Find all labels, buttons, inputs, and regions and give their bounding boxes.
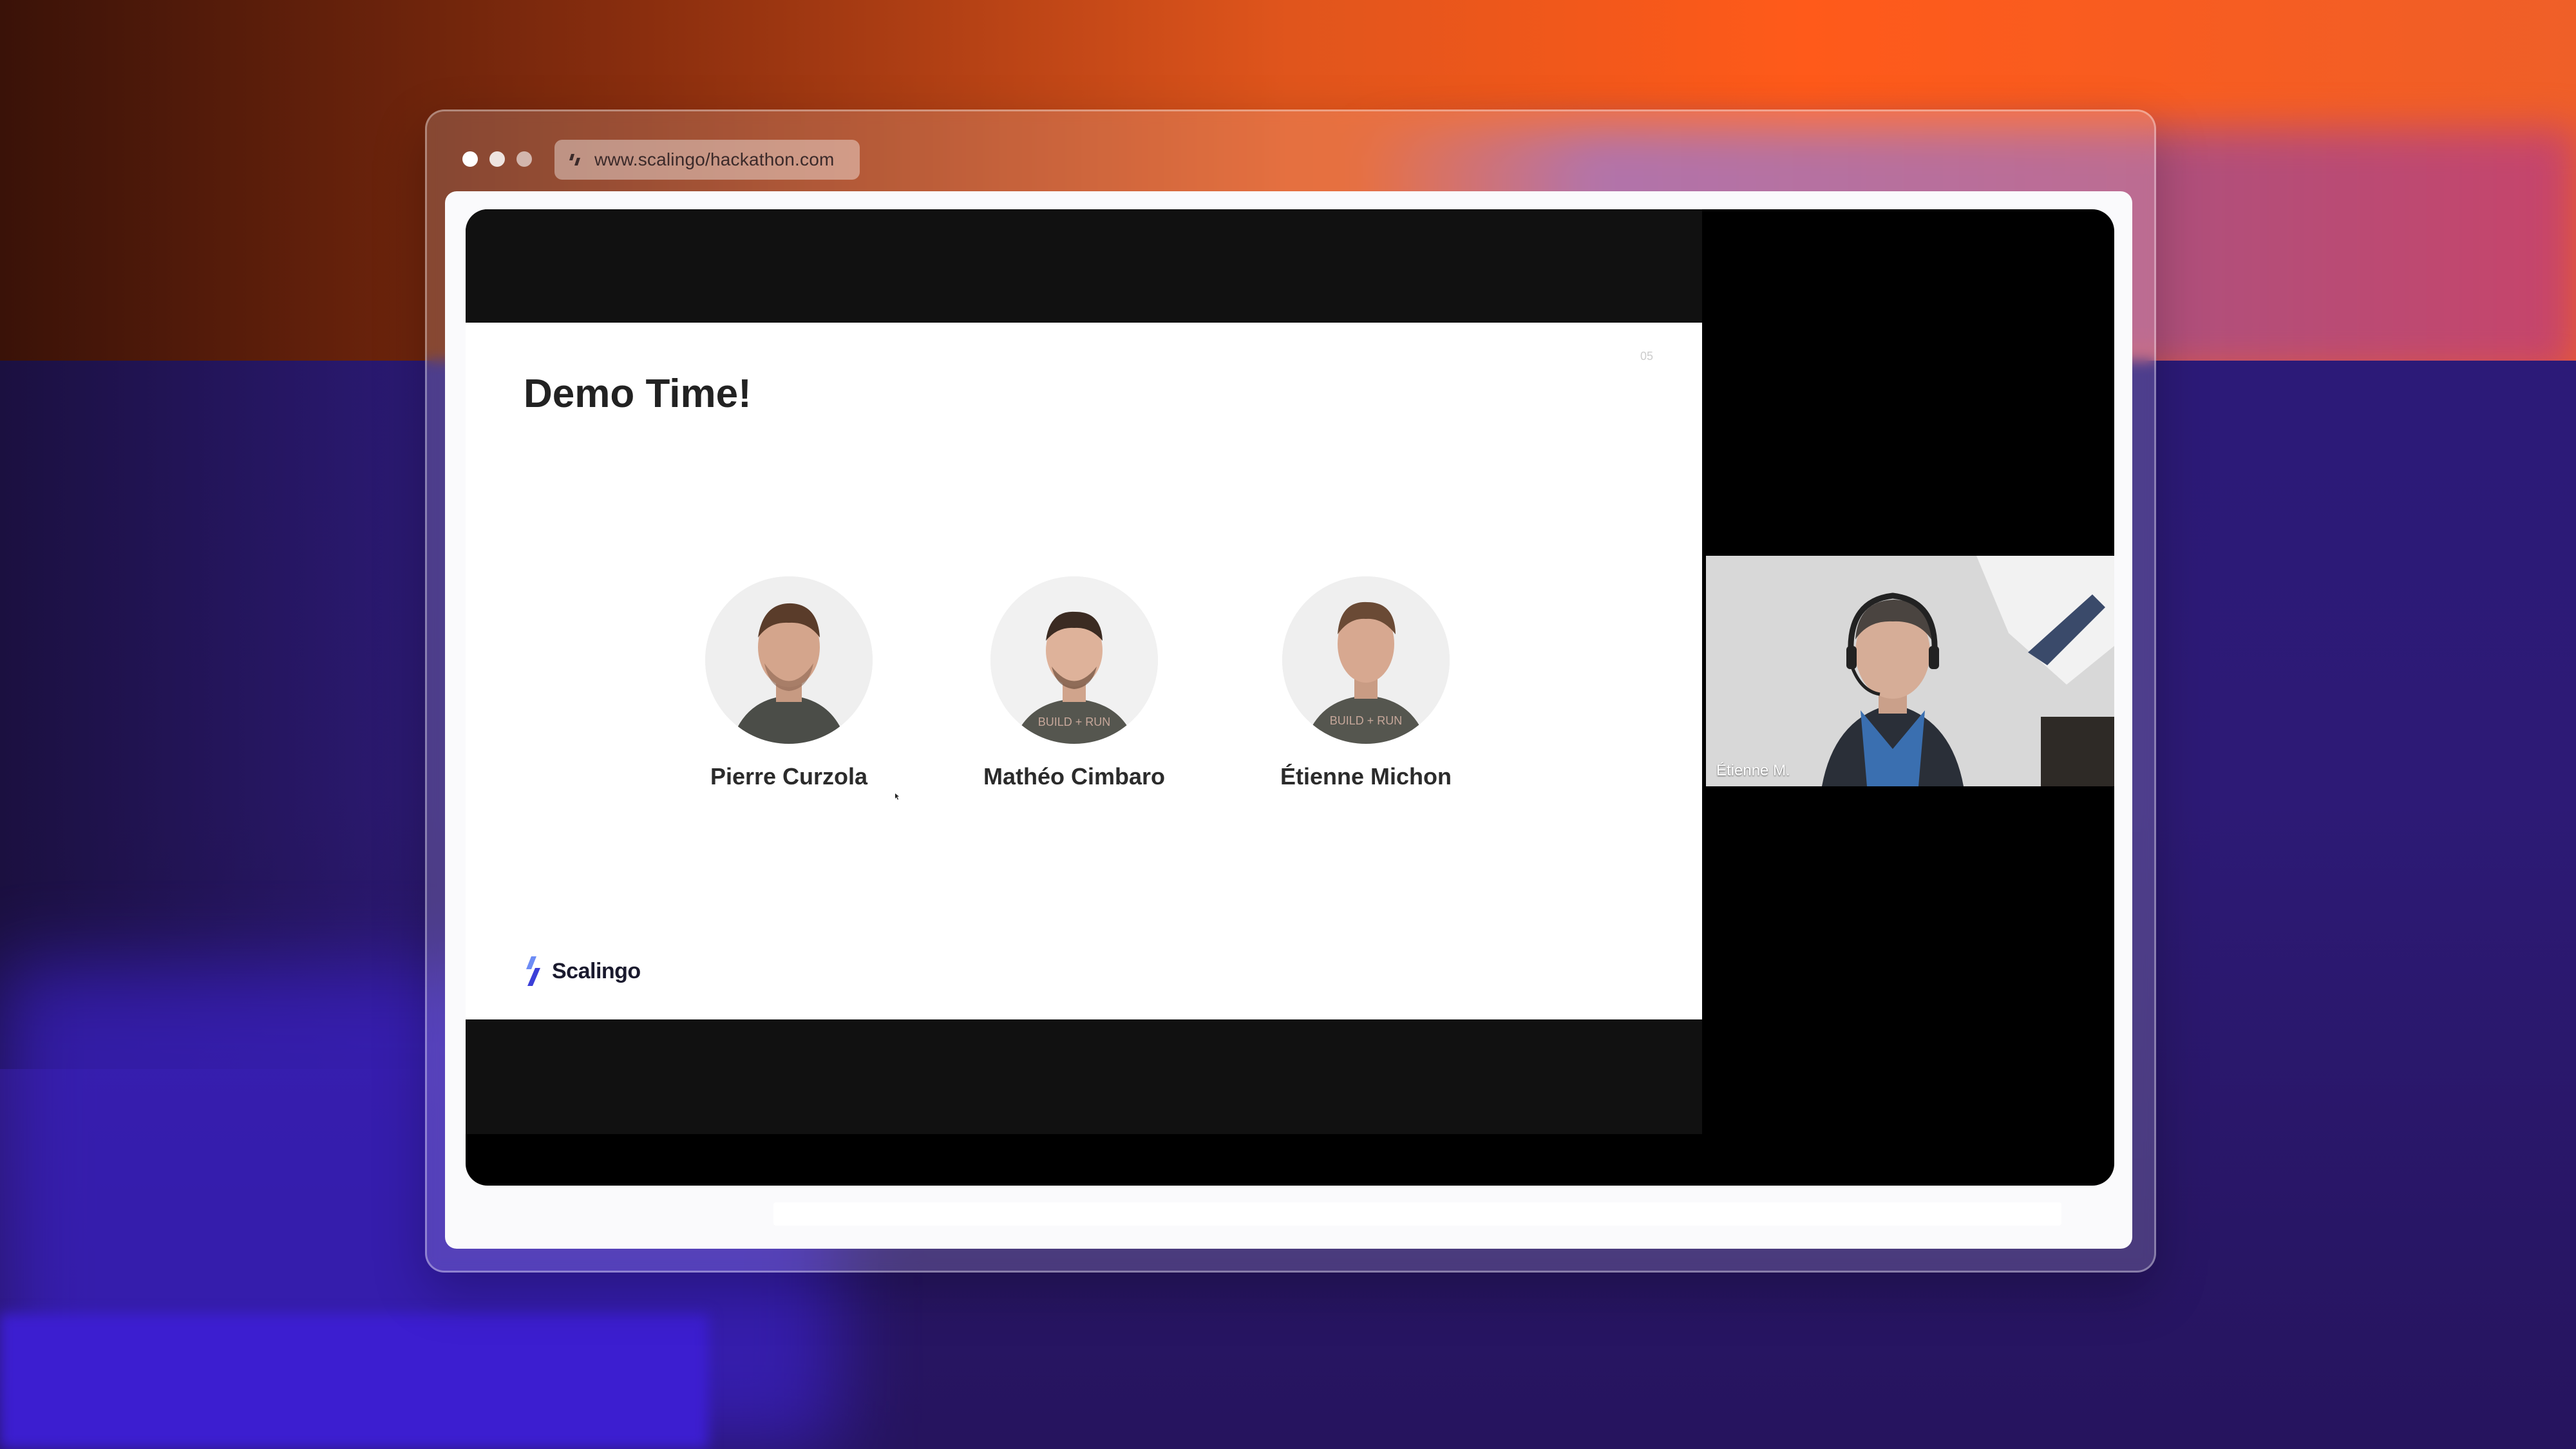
avatar: BUILD + RUN: [990, 576, 1158, 744]
site-logo-icon: [569, 154, 580, 166]
slide-page-number: 05: [1640, 350, 1654, 363]
maximize-dot[interactable]: [516, 151, 532, 167]
browser-window: www.scalingo/hackathon.com Demo Time! 05: [425, 109, 2156, 1273]
participant-video[interactable]: Étienne M.: [1706, 556, 2114, 786]
meeting-view: Demo Time! 05 Pierre Curzola BUILD + RUN…: [466, 209, 2114, 1186]
webcam-feed: [1706, 556, 2114, 786]
close-dot[interactable]: [462, 151, 478, 167]
url-text: www.scalingo/hackathon.com: [594, 149, 835, 169]
brand-footer: Scalingo: [524, 956, 641, 986]
mouse-cursor-icon: [895, 793, 899, 800]
person-card: BUILD + RUN Étienne Michon: [1250, 576, 1482, 790]
window-controls: [462, 151, 532, 167]
presentation-slide: Demo Time! 05 Pierre Curzola BUILD + RUN…: [466, 323, 1702, 1019]
address-bar[interactable]: www.scalingo/hackathon.com: [554, 140, 860, 180]
avatar: BUILD + RUN: [1282, 576, 1450, 744]
person-name: Pierre Curzola: [710, 763, 868, 790]
person-card: BUILD + RUN Mathéo Cimbaro: [958, 576, 1190, 790]
person-name: Mathéo Cimbaro: [983, 763, 1166, 790]
avatar: [705, 576, 873, 744]
page-content: Demo Time! 05 Pierre Curzola BUILD + RUN…: [445, 191, 2132, 1249]
brand-name: Scalingo: [552, 958, 641, 983]
person-card: Pierre Curzola: [673, 576, 905, 790]
scalingo-logo-icon: [526, 956, 540, 986]
minimize-dot[interactable]: [489, 151, 505, 167]
svg-text:BUILD + RUN: BUILD + RUN: [1330, 714, 1403, 727]
bottom-bar: [773, 1202, 2061, 1226]
slide-title: Demo Time!: [524, 372, 752, 416]
svg-text:BUILD + RUN: BUILD + RUN: [1038, 715, 1111, 728]
participant-name: Étienne M.: [1716, 762, 1790, 779]
person-name: Étienne Michon: [1280, 763, 1452, 790]
screen-share: Demo Time! 05 Pierre Curzola BUILD + RUN…: [466, 209, 1702, 1134]
